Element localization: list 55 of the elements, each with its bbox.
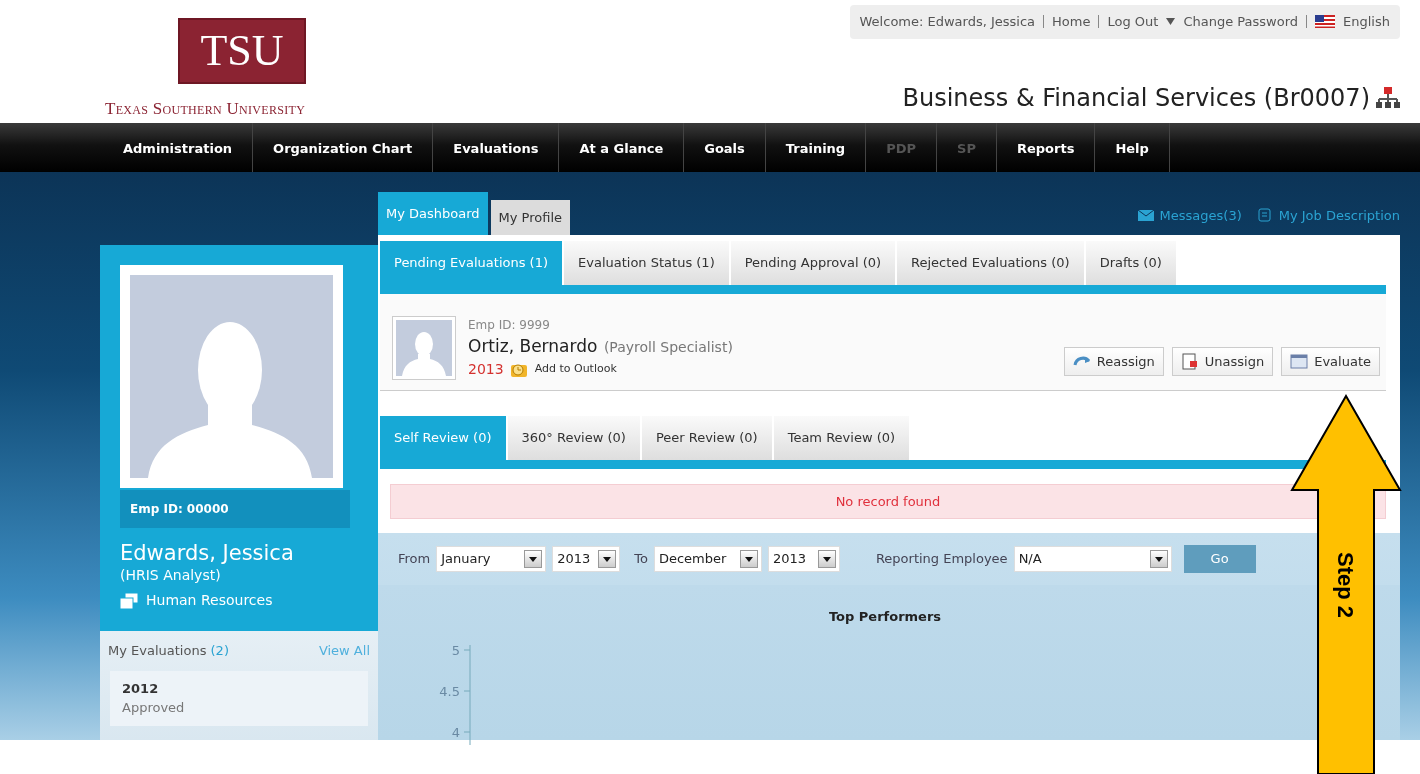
axis-tick-label: 4	[451, 725, 460, 740]
profile-name: Edwards, Jessica	[120, 542, 295, 566]
profile-job-title: (HRIS Analyst)	[120, 566, 222, 586]
action-button[interactable]: Unassign	[1171, 346, 1274, 376]
document-icon	[1255, 208, 1274, 223]
tab[interactable]: Evaluation Status (1)	[564, 241, 729, 285]
welcome-text: Welcome: Edwards, Jessica	[859, 13, 1036, 31]
dropdown[interactable]: January	[436, 546, 547, 572]
employee-name: Ortiz, Bernardo	[468, 334, 598, 358]
step-label: Step 2	[1333, 552, 1358, 619]
no-record-alert: No record found	[390, 483, 1386, 519]
filter-label: Reporting Employee	[875, 550, 1008, 569]
evaluation-year: 2013	[468, 360, 504, 379]
language-link[interactable]: English	[1343, 12, 1390, 32]
evaluations-count: (2)	[210, 643, 229, 659]
tab[interactable]: Drafts (0)	[1085, 241, 1176, 285]
flag-icon[interactable]	[1315, 15, 1336, 29]
employee-id: Emp ID: 00000	[120, 490, 350, 528]
dropdown[interactable]: N/A	[1013, 546, 1172, 572]
dropdown[interactable]: 2013	[552, 546, 621, 572]
envelope-icon	[1136, 208, 1155, 223]
link-text[interactable]: Messages(3)	[1159, 205, 1242, 225]
window-icon	[1290, 352, 1309, 370]
employee-avatar	[392, 315, 456, 380]
filter-label: To	[634, 550, 648, 569]
tab[interactable]: Pending Approval (0)	[730, 241, 896, 285]
caret-icon[interactable]	[1166, 18, 1176, 26]
university-name: Texas Southern University	[105, 98, 306, 120]
link-text[interactable]: My Job Description	[1278, 205, 1400, 225]
tab[interactable]: Peer Review (0)	[641, 416, 772, 460]
employee-id: Emp ID: 9999	[468, 316, 551, 334]
tab[interactable]: My Profile	[490, 199, 571, 235]
employee-job-title: (Payroll Specialist)	[603, 337, 733, 357]
department-title: Business & Financial Services (Br0007)	[902, 83, 1370, 114]
action-button[interactable]: Evaluate	[1281, 346, 1380, 376]
org-chart-icon[interactable]	[1376, 86, 1400, 110]
axis-tick-label: 4.5	[439, 684, 460, 699]
department-icon	[120, 592, 138, 609]
university-logo[interactable]: TSU	[178, 18, 306, 84]
header-link[interactable]: Change Password	[1183, 12, 1299, 32]
evaluation-item[interactable]: 2012 Approved	[110, 670, 368, 726]
header-link[interactable]: Log Out	[1107, 12, 1159, 32]
axis-tick-label: 5	[451, 645, 460, 658]
dropdown[interactable]: December	[653, 546, 762, 572]
tab[interactable]: 360° Review (0)	[507, 416, 640, 460]
filter-label: From	[398, 550, 431, 569]
evaluations-label: My Evaluations	[108, 643, 208, 659]
document-icon	[1180, 352, 1199, 370]
chart-title: Top Performers	[828, 608, 942, 626]
tab[interactable]: Rejected Evaluations (0)	[897, 241, 1084, 285]
header-link[interactable]: Home	[1052, 12, 1091, 32]
dropdown[interactable]: 2013	[767, 546, 840, 572]
add-to-outlook-link[interactable]: Add to Outlook	[534, 361, 617, 378]
tab[interactable]: Team Review (0)	[773, 416, 910, 460]
action-button[interactable]: Reassign	[1063, 346, 1164, 376]
